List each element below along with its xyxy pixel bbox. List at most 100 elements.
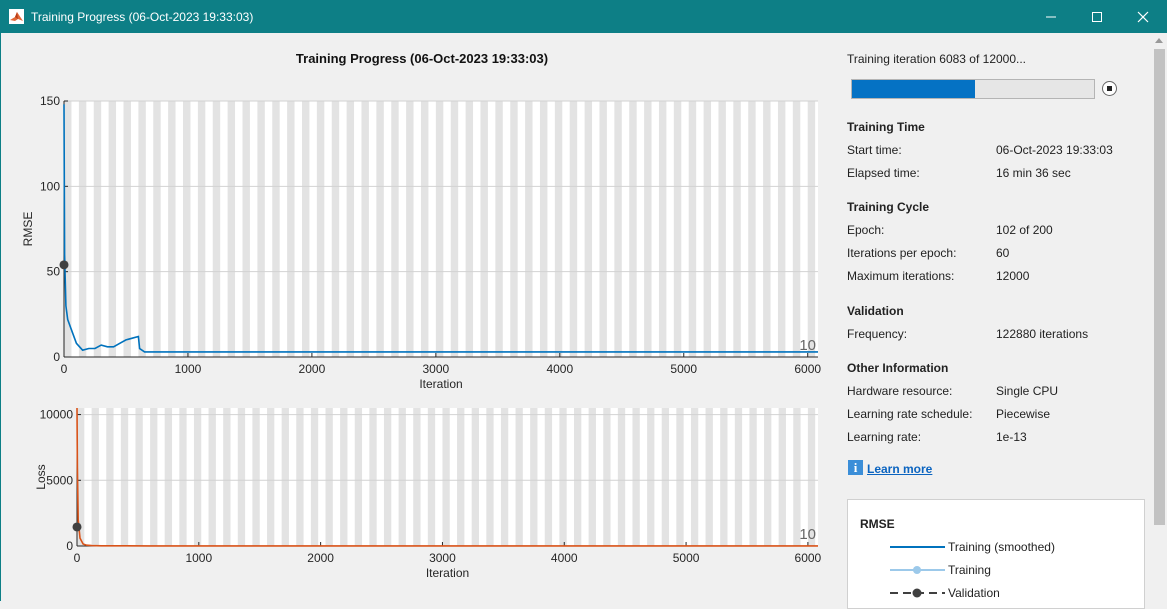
loss-epoch-band: [383, 408, 392, 546]
training-plots: 0501001500 1000 2000 3000 4000 5000 6000Iterat…: [21, 94, 822, 580]
rmse-epoch-band: [763, 101, 771, 357]
loss-epoch-band: [442, 408, 450, 546]
minimize-button[interactable]: [1029, 0, 1075, 33]
rmse-epoch-band: [450, 101, 459, 357]
loss-epoch-band: [705, 408, 713, 546]
label-maximum-iterations: Maximum iterations:: [847, 269, 955, 283]
rmse-epoch-band: [614, 101, 622, 357]
loss-epoch-band: [120, 408, 129, 546]
loss-x-tick-label: 3000: [429, 551, 456, 565]
section-heading-training-time: Training Time: [847, 120, 925, 134]
rmse-epoch-label: 10: [799, 337, 816, 354]
rmse-epoch-band: [316, 101, 325, 357]
legend-smoothed-line-icon: [890, 546, 945, 548]
close-button[interactable]: [1121, 0, 1167, 33]
loss-epoch-band: [574, 408, 582, 546]
loss-y-axis-label: Loss: [34, 464, 48, 489]
loss-epoch-band: [325, 408, 333, 546]
rmse-epoch-band: [792, 101, 801, 357]
loss-epoch-band: [164, 408, 173, 546]
scrollbar-thumb[interactable]: [1154, 49, 1165, 525]
loss-epoch-band: [559, 408, 567, 546]
maximize-button[interactable]: [1075, 0, 1121, 33]
rmse-epoch-band: [406, 101, 414, 357]
rmse-epoch-band: [78, 101, 87, 357]
rmse-epoch-band: [807, 101, 816, 357]
rmse-epoch-band: [361, 101, 369, 357]
scroll-up-icon[interactable]: [1155, 38, 1163, 43]
loss-epoch-band: [135, 408, 143, 546]
rmse-epoch-band: [599, 101, 607, 357]
rmse-plot: 0 50 100 150 0 1000 2000 3000 4000 5000 6000 Iterat…: [21, 94, 821, 391]
legend-item-training-smoothed: Training (smoothed): [948, 540, 1055, 554]
loss-epoch-band: [676, 408, 684, 546]
info-icon: i: [848, 460, 863, 475]
rmse-x-axis-label: Iteration: [419, 377, 462, 391]
loss-epoch-band: [427, 408, 436, 546]
rmse-epoch-band: [554, 101, 563, 357]
stop-button[interactable]: [1102, 81, 1117, 96]
rmse-y-tick-label: 100: [40, 179, 60, 193]
minimize-icon: [1046, 16, 1056, 18]
label-hardware-resource: Hardware resource:: [847, 384, 953, 398]
legend-title: RMSE: [860, 517, 895, 531]
rmse-epoch-band: [331, 101, 340, 357]
loss-epoch-band: [223, 408, 231, 546]
loss-x-tick-label: 6000: [795, 551, 822, 565]
window-title: Training Progress (06-Oct-2023 19:33:03): [31, 10, 254, 24]
label-start-time: Start time:: [847, 143, 902, 157]
loss-epoch-band: [749, 408, 757, 546]
rmse-epoch-band: [718, 101, 726, 357]
rmse-epoch-band: [673, 101, 682, 357]
rmse-epoch-band: [435, 101, 444, 357]
rmse-epoch-band: [212, 101, 221, 357]
rmse-x-tick-label: 5000: [670, 362, 697, 376]
rmse-x-tick-label: 1000: [175, 362, 202, 376]
rmse-epoch-band: [346, 101, 355, 357]
loss-epoch-band: [457, 408, 465, 546]
close-icon: [1137, 11, 1149, 23]
loss-epoch-band: [91, 408, 99, 546]
rmse-epoch-band: [495, 101, 503, 357]
loss-plot: 0 5000 10000 0 1000 2000 3000 4000 5000 6000 Itera…: [34, 408, 822, 580]
value-learning-rate-schedule: Piecewise: [996, 407, 1051, 421]
loss-epoch-band: [500, 408, 509, 546]
learn-more-label[interactable]: Learn more: [867, 462, 932, 476]
loss-epoch-band: [267, 408, 275, 546]
rmse-epoch-band: [391, 101, 399, 357]
legend-training-line-icon: [890, 566, 945, 574]
rmse-x-tick-label: 3000: [423, 362, 450, 376]
rmse-epoch-band: [703, 101, 712, 357]
legend-item-training: Training: [948, 563, 991, 577]
loss-epoch-band: [632, 408, 640, 546]
vertical-scrollbar[interactable]: [1152, 33, 1167, 601]
value-maximum-iterations: 12000: [996, 269, 1030, 283]
label-epoch: Epoch:: [847, 223, 885, 237]
loss-epoch-label: 10: [799, 526, 816, 543]
loss-epoch-band: [544, 408, 553, 546]
legend-validation-line-icon: [890, 588, 945, 598]
loss-epoch-band: [778, 408, 786, 546]
loss-x-tick-label: 4000: [551, 551, 578, 565]
rmse-validation-point: [59, 260, 69, 270]
label-learning-rate-schedule: Learning rate schedule:: [847, 407, 973, 421]
rmse-epoch-band: [658, 101, 667, 357]
rmse-epoch-band: [287, 101, 295, 357]
loss-epoch-band: [340, 408, 348, 546]
loss-epoch-band: [734, 408, 743, 546]
rmse-y-tick-label: 150: [40, 94, 60, 108]
rmse-epoch-band: [242, 101, 250, 357]
label-elapsed-time: Elapsed time:: [847, 166, 920, 180]
rmse-epoch-band: [777, 101, 786, 357]
loss-epoch-band: [179, 408, 187, 546]
loss-x-tick-label: 5000: [673, 551, 700, 565]
loss-epoch-band: [471, 408, 479, 546]
rmse-epoch-band: [257, 101, 265, 357]
loss-epoch-band: [413, 408, 421, 546]
progress-fill: [852, 80, 975, 98]
loss-epoch-band: [617, 408, 626, 546]
section-heading-training-cycle: Training Cycle: [847, 200, 930, 214]
section-heading-validation: Validation: [847, 304, 904, 318]
matlab-icon: [9, 9, 24, 24]
rmse-epoch-band: [688, 101, 697, 357]
